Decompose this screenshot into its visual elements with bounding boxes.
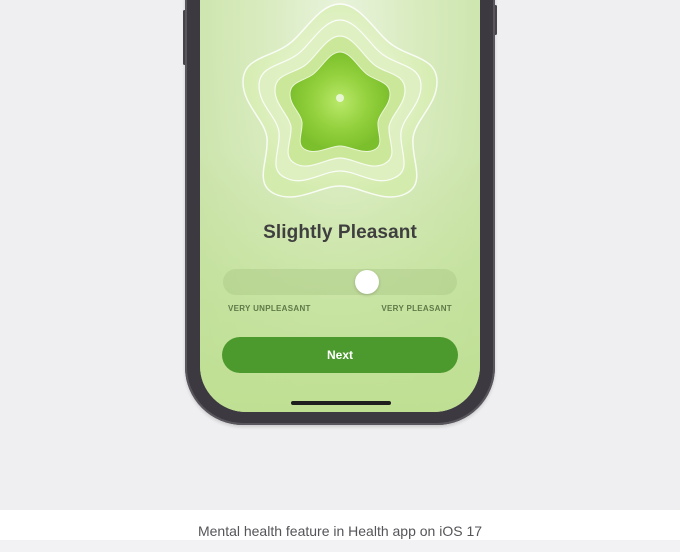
phone-screen: Slightly Pleasant VERY UNPLEASANT VERY P… bbox=[200, 0, 480, 412]
home-indicator[interactable] bbox=[291, 401, 391, 405]
mood-title: Slightly Pleasant bbox=[263, 222, 417, 243]
slider-max-label: VERY PLEASANT bbox=[381, 304, 452, 313]
next-button[interactable]: Next bbox=[222, 337, 458, 373]
slider-min-label: VERY UNPLEASANT bbox=[228, 304, 311, 313]
flower-icon bbox=[242, 3, 438, 198]
slider-thumb[interactable] bbox=[355, 270, 380, 294]
mood-slider[interactable] bbox=[223, 269, 457, 295]
image-caption: Mental health feature in Health app on i… bbox=[0, 510, 680, 540]
image-stage: Slightly Pleasant VERY UNPLEASANT VERY P… bbox=[0, 0, 680, 510]
